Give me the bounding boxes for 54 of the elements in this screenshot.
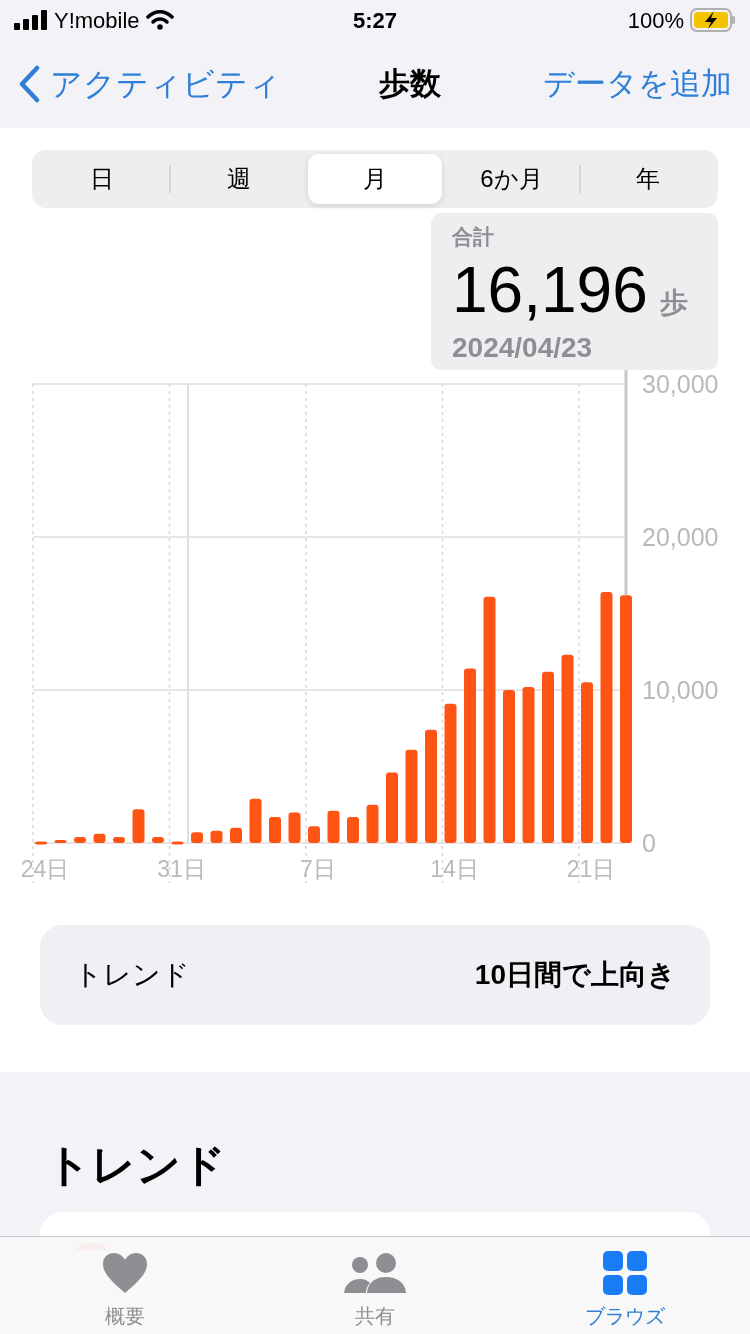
trend-label: トレンド [74, 958, 190, 992]
bar [191, 832, 203, 843]
bar [113, 836, 125, 843]
segment-tab[interactable]: 月 [307, 154, 443, 204]
steps-unit: 歩 [659, 285, 688, 320]
axis-label: 0 [642, 829, 656, 857]
heart-icon [101, 1251, 149, 1295]
selected-date: 2024/04/23 [452, 330, 594, 365]
segment-tab[interactable]: 週 [171, 154, 306, 204]
bar [132, 809, 145, 843]
clock-time: 5:27 [352, 6, 397, 35]
axis-label: 20,000 [642, 523, 719, 551]
total-label: 合計 [452, 224, 495, 250]
total-steps: 16,196 [452, 252, 648, 327]
tab-bar-item[interactable]: ブラウズ [500, 1237, 750, 1334]
charging-battery-icon [690, 8, 736, 32]
bar [54, 839, 67, 843]
bar [210, 830, 223, 843]
add-data-button[interactable]: データを追加 [532, 60, 732, 108]
carrier-name: Y!mobile [54, 6, 140, 35]
bar [308, 826, 320, 843]
bar [327, 810, 340, 843]
signal-icon [14, 10, 48, 30]
axis-label: 24日 [20, 856, 70, 882]
segment-tab[interactable]: 日 [35, 154, 170, 204]
axis-label: 21日 [566, 856, 616, 882]
chevron-left-icon [18, 65, 40, 103]
bar [230, 827, 242, 843]
bar [93, 833, 106, 843]
grid-icon [603, 1251, 647, 1295]
bar [366, 804, 379, 843]
segment-tab[interactable]: 年 [580, 154, 716, 204]
segment-tab[interactable]: 6か月 [444, 154, 579, 204]
bar [35, 841, 47, 845]
axis-label: 31日 [157, 856, 206, 882]
battery-percentage: 100% [627, 6, 684, 35]
axis-label: 7日 [300, 856, 336, 882]
axis-label: 30,000 [642, 370, 719, 398]
bar [249, 798, 262, 843]
back-button[interactable]: アクティビティ [18, 60, 288, 108]
bar [386, 772, 398, 843]
bar [269, 817, 281, 843]
page-title: 歩数 [379, 64, 441, 103]
bar [74, 836, 86, 843]
axis-label: 14日 [430, 856, 479, 882]
axis-label: 10,000 [642, 676, 719, 704]
wifi-icon [145, 10, 174, 30]
bar [171, 841, 184, 845]
bar [152, 836, 164, 843]
bar [347, 817, 359, 843]
trend-value: 10日間で上向き [474, 958, 676, 992]
section-title: トレンド [46, 1140, 226, 1189]
bar [288, 812, 301, 843]
people-icon [343, 1251, 407, 1295]
